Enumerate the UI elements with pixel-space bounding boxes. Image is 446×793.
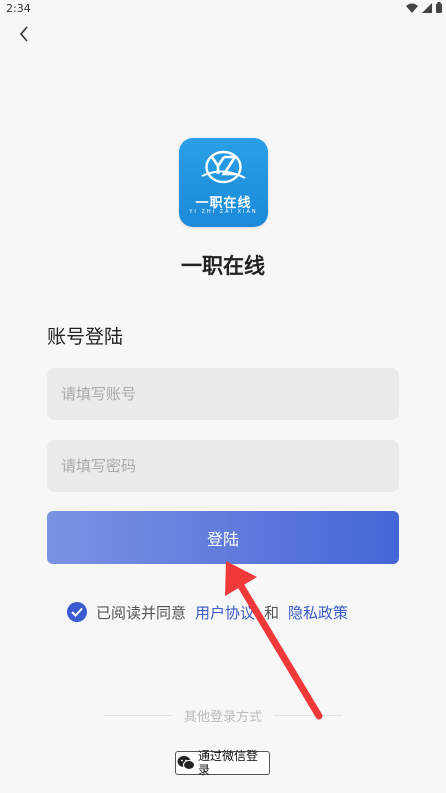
back-chevron-icon [19,26,28,42]
form-title: 账号登陆 [47,326,124,348]
check-circle-icon [71,607,83,617]
agreement-and: 和 [264,603,280,622]
status-time: 2:34 [6,2,31,15]
battery-icon [436,2,442,13]
status-icons [406,2,442,13]
divider-line-right [274,714,343,716]
wifi-icon [406,3,418,13]
user-agreement-link[interactable]: 用户协议 [195,602,255,623]
password-input[interactable] [47,440,399,492]
wechat-login-button[interactable]: 通过微信登录 [175,749,270,777]
back-button[interactable] [12,22,36,46]
account-input[interactable] [47,368,399,420]
logo-subtext: YI ZHI ZAI XIAN [189,209,258,215]
agreement-checkbox[interactable] [67,602,87,622]
privacy-policy-link[interactable]: 隐私政策 [288,602,348,623]
wechat-icon [177,756,195,770]
logo-mark-icon [201,150,246,184]
other-login-text: 其他登录方式 [184,709,263,725]
login-button[interactable]: 登陆 [47,511,399,564]
agreement-row: 已阅读并同意 用户协议 和 隐私政策 [67,601,348,623]
signal-icon [422,2,432,13]
app-logo: 一职在线 YI ZHI ZAI XIAN [179,138,268,227]
app-name: 一职在线 [181,254,265,278]
status-bar: 2:34 [0,0,446,18]
wechat-login-label: 通过微信登录 [198,749,259,777]
divider-line-left [104,714,172,716]
other-login-divider: 其他登录方式 [104,705,343,725]
agreement-prefix: 已阅读并同意 [96,603,187,622]
